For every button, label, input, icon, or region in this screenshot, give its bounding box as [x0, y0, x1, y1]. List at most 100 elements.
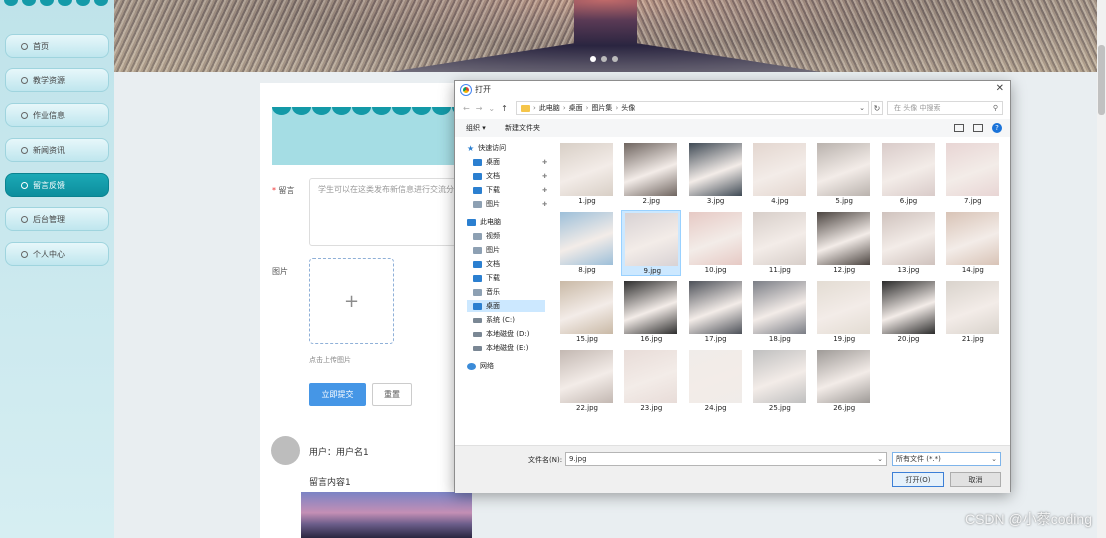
file-thumbnail: [881, 281, 935, 334]
carousel-dot[interactable]: [590, 56, 596, 62]
file-item[interactable]: 15.jpg: [557, 279, 617, 345]
file-item[interactable]: 23.jpg: [621, 348, 681, 414]
address-bar[interactable]: › 此电脑 › 桌面 › 图片集 › 头像 ⌄: [516, 101, 869, 115]
file-item[interactable]: 11.jpg: [750, 210, 810, 276]
tree-item[interactable]: 桌面 ✚: [473, 156, 549, 168]
dialog-footer: 文件名(N): 9.jpg ⌄ 所有文件 (*.*) ⌄ 打开(O) 取消: [455, 445, 1010, 493]
file-item[interactable]: 21.jpg: [943, 279, 1003, 345]
back-arrow-icon[interactable]: ←: [463, 104, 470, 113]
sidebar-item-feedback[interactable]: 留言反馈: [5, 173, 109, 197]
tree-item[interactable]: 网络: [467, 360, 543, 372]
sidebar-item-teaching-resources[interactable]: 教学资源: [5, 68, 109, 92]
breadcrumb-item[interactable]: 桌面: [569, 103, 583, 113]
tree-item[interactable]: 本地磁盘 (E:): [473, 342, 549, 354]
submit-button[interactable]: 立即提交: [309, 383, 366, 406]
open-button[interactable]: 打开(O): [892, 472, 944, 487]
search-input[interactable]: 在 头像 中搜索 ⚲: [887, 101, 1003, 115]
help-icon[interactable]: ?: [992, 123, 1002, 133]
refresh-icon[interactable]: ↻: [871, 101, 883, 115]
file-item[interactable]: 10.jpg: [686, 210, 746, 276]
file-item[interactable]: 18.jpg: [750, 279, 810, 345]
organize-button[interactable]: 组织 ▾: [466, 123, 486, 133]
file-item[interactable]: 20.jpg: [879, 279, 939, 345]
scrollbar-thumb[interactable]: [1098, 45, 1105, 115]
banner-image-left: [114, 0, 574, 72]
file-item[interactable]: 16.jpg: [621, 279, 681, 345]
chevron-down-icon[interactable]: ⌄: [488, 104, 495, 113]
file-thumbnail: [625, 213, 679, 266]
file-item[interactable]: 25.jpg: [750, 348, 810, 414]
file-item[interactable]: 14.jpg: [943, 210, 1003, 276]
breadcrumb-item[interactable]: 头像: [621, 103, 635, 113]
file-item[interactable]: 5.jpg: [814, 141, 874, 207]
forward-arrow-icon[interactable]: →: [476, 104, 483, 113]
tree-item[interactable]: ★ 快速访问: [467, 142, 543, 154]
sidebar-item-home[interactable]: 首页: [5, 34, 109, 58]
sidebar-item-admin[interactable]: 后台管理: [5, 207, 109, 231]
carousel-dot[interactable]: [612, 56, 618, 62]
file-item[interactable]: 26.jpg: [814, 348, 874, 414]
pin-icon: ✚: [541, 158, 547, 166]
file-item[interactable]: 3.jpg: [686, 141, 746, 207]
sidebar-item-profile[interactable]: 个人中心: [5, 242, 109, 266]
tree-item[interactable]: 桌面: [467, 300, 545, 312]
file-item[interactable]: 17.jpg: [686, 279, 746, 345]
carousel-dot[interactable]: [601, 56, 607, 62]
chevron-down-icon[interactable]: ⌄: [859, 104, 865, 112]
cancel-button[interactable]: 取消: [950, 472, 1001, 487]
file-name: 10.jpg: [704, 266, 727, 274]
breadcrumb-item[interactable]: 图片集: [591, 103, 612, 113]
tree-item[interactable]: 下载 ✚: [473, 184, 549, 196]
new-folder-button[interactable]: 新建文件夹: [505, 123, 540, 133]
file-item[interactable]: 12.jpg: [814, 210, 874, 276]
file-item[interactable]: 6.jpg: [879, 141, 939, 207]
file-item[interactable]: 2.jpg: [621, 141, 681, 207]
tree-item-label: 文档: [486, 260, 500, 268]
file-item[interactable]: 19.jpg: [814, 279, 874, 345]
filename-label: 文件名(N):: [528, 456, 563, 464]
reset-button[interactable]: 重置: [372, 383, 412, 406]
file-item[interactable]: 13.jpg: [879, 210, 939, 276]
filetype-select[interactable]: 所有文件 (*.*) ⌄: [892, 452, 1001, 466]
filename-input[interactable]: 9.jpg ⌄: [565, 452, 887, 466]
pin-icon: ✚: [541, 172, 547, 180]
tree-item[interactable]: 此电脑: [467, 216, 543, 228]
file-item[interactable]: 4.jpg: [750, 141, 810, 207]
chevron-down-icon[interactable]: ⌄: [877, 455, 883, 463]
pin-icon: ✚: [541, 200, 547, 208]
tree-item[interactable]: 系统 (C:): [473, 314, 549, 326]
file-item[interactable]: 8.jpg: [557, 210, 617, 276]
file-item[interactable]: 24.jpg: [686, 348, 746, 414]
sidebar-item-news[interactable]: 新闻资讯: [5, 138, 109, 162]
tree-item[interactable]: 图片 ✚: [473, 198, 549, 210]
page-scrollbar[interactable]: [1097, 0, 1106, 538]
tree-item[interactable]: 下载: [473, 272, 549, 284]
file-item[interactable]: 7.jpg: [943, 141, 1003, 207]
sidebar-item-homework[interactable]: 作业信息: [5, 103, 109, 127]
tree-item[interactable]: 本地磁盘 (D:): [473, 328, 549, 340]
file-thumbnail: [688, 212, 742, 265]
tree-item-label: 快速访问: [478, 144, 507, 152]
message-textarea[interactable]: 学生可以在这类发布新信息进行交流分: [309, 178, 460, 246]
file-item[interactable]: 1.jpg: [557, 141, 617, 207]
tree-item[interactable]: 视频: [473, 230, 549, 242]
address-row: ← → ⌄ ↑ › 此电脑 › 桌面 › 图片集 › 头像 ⌄ ↻ 在 头像 中搜索 ⚲: [455, 100, 1010, 117]
chevron-down-icon[interactable]: ⌄: [991, 455, 997, 463]
file-thumbnail: [752, 143, 806, 196]
file-item[interactable]: 22.jpg: [557, 348, 617, 414]
tree-item[interactable]: 音乐: [473, 286, 549, 298]
tree-item[interactable]: 图片: [473, 244, 549, 256]
file-name: 9.jpg: [643, 267, 662, 275]
close-icon[interactable]: ✕: [996, 83, 1004, 94]
preview-pane-icon[interactable]: [973, 124, 983, 132]
sidebar-item-label: 首页: [33, 41, 49, 51]
tree-item[interactable]: 文档: [473, 258, 549, 270]
breadcrumb-item[interactable]: 此电脑: [539, 103, 560, 113]
file-name: 3.jpg: [706, 197, 725, 205]
image-uploader[interactable]: +: [309, 258, 394, 344]
user-icon: [21, 250, 28, 258]
up-arrow-icon[interactable]: ↑: [501, 104, 508, 113]
view-options-icon[interactable]: [954, 124, 964, 132]
file-item[interactable]: 9.jpg: [621, 210, 682, 276]
tree-item[interactable]: 文档 ✚: [473, 170, 549, 182]
